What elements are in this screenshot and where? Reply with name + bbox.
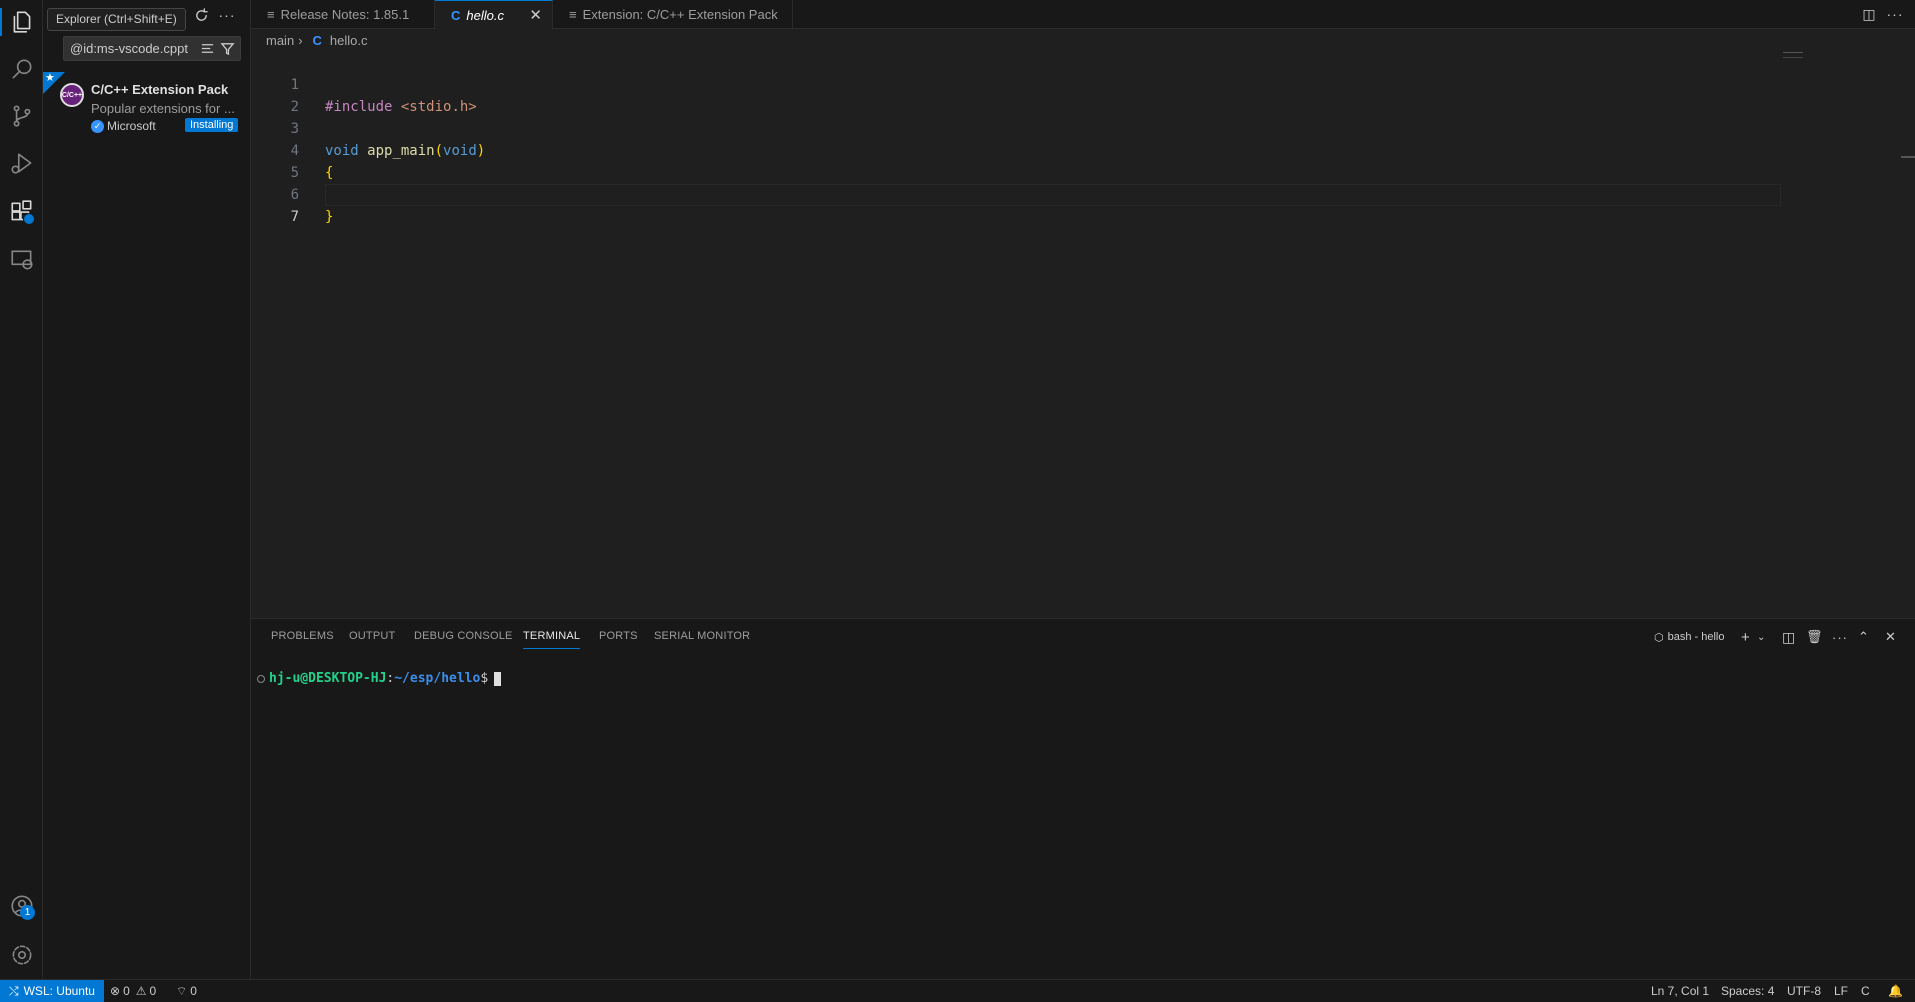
prompt-path: ~/esp/hello: [394, 671, 481, 686]
tab-release-notes[interactable]: ≡ Release Notes: 1.85.1: [251, 0, 435, 29]
minimap[interactable]: [1783, 52, 1803, 58]
notifications-bell-icon[interactable]: 🔔: [1888, 980, 1903, 1002]
code-line[interactable]: 2: [251, 74, 1781, 115]
document-icon: ≡: [267, 7, 275, 22]
explorer-icon[interactable]: [0, 0, 43, 44]
chevron-down-icon[interactable]: ⌄: [1757, 627, 1765, 647]
split-terminal-icon[interactable]: ◫: [1782, 627, 1795, 647]
extension-publisher: ✓ Microsoft: [91, 119, 156, 133]
maximize-panel-icon[interactable]: ⌃: [1858, 627, 1869, 647]
end-of-line[interactable]: LF: [1834, 980, 1848, 1002]
error-icon: ⊗: [110, 984, 121, 998]
clear-filter-icon[interactable]: [200, 41, 215, 56]
indentation[interactable]: Spaces: 4: [1721, 980, 1774, 1002]
ports-status[interactable]: ⌔ 0: [176, 980, 197, 1002]
editor-more-actions-icon[interactable]: ···: [1885, 4, 1905, 24]
remote-indicator[interactable]: ⤭ WSL: Ubuntu: [0, 980, 104, 1002]
code-line[interactable]: 3 void app_main(void): [251, 96, 1781, 159]
document-icon: ≡: [569, 7, 577, 22]
code-line[interactable]: 4 {: [251, 118, 1781, 181]
panel-more-actions-icon[interactable]: ···: [1832, 627, 1848, 647]
trash-icon[interactable]: 🗑: [1806, 627, 1823, 647]
command-decoration-icon: [257, 674, 265, 683]
more-actions-icon[interactable]: ···: [218, 6, 236, 24]
extensions-sidebar: ··· @id:ms-vscode.cppt ★ C/C++ C/C++ Ext…: [43, 0, 251, 979]
remote-icon: ⤭: [9, 983, 19, 998]
new-terminal-icon[interactable]: +: [1741, 627, 1750, 647]
tab-ports[interactable]: PORTS: [599, 630, 638, 648]
warning-icon: ⚠: [135, 984, 147, 998]
breadcrumb: main › C hello.c: [266, 33, 368, 48]
code-line[interactable]: 7: [251, 184, 1781, 225]
terminal-shell-icon: ⬡: [1654, 631, 1664, 644]
settings-gear-icon[interactable]: [0, 933, 43, 977]
extensions-icon[interactable]: [0, 190, 43, 234]
activity-bar: 1: [0, 0, 43, 979]
editor-tab-bar: ≡ Release Notes: 1.85.1 C hello.c ✕ ≡ Ex…: [251, 0, 1915, 29]
extension-list-item[interactable]: ★ C/C++ C/C++ Extension Pack Popular ext…: [43, 72, 250, 138]
tab-problems[interactable]: PROBLEMS: [271, 630, 334, 648]
breadcrumb-file[interactable]: hello.c: [330, 33, 368, 48]
remote-explorer-icon[interactable]: [0, 238, 43, 282]
extension-description: Popular extensions for ...: [91, 101, 235, 116]
close-tab-icon[interactable]: ✕: [529, 6, 542, 24]
terminal-selector[interactable]: ⬡ bash - hello: [1654, 627, 1724, 647]
broadcast-icon: ⌔: [176, 983, 188, 998]
problems-status[interactable]: ⊗ 0 ⚠ 0: [110, 980, 156, 1002]
tab-extension-cpp-pack[interactable]: ≡ Extension: C/C++ Extension Pack: [553, 0, 793, 29]
accounts-badge: 1: [20, 905, 35, 920]
explorer-tooltip: Explorer (Ctrl+Shift+E): [47, 8, 186, 31]
clock-badge-icon: [23, 213, 35, 225]
bottom-panel: PROBLEMS OUTPUT DEBUG CONSOLE TERMINAL P…: [251, 618, 1915, 979]
run-debug-icon[interactable]: [0, 141, 43, 185]
verified-publisher-icon: ✓: [91, 119, 104, 133]
status-bar: ⤭ WSL: Ubuntu ⊗ 0 ⚠ 0 ⌔ 0 Ln 7, Col 1 Space…: [0, 979, 1915, 1002]
tab-hello-c[interactable]: C hello.c ✕: [435, 0, 553, 29]
code-line[interactable]: 6 }: [251, 162, 1781, 225]
chevron-right-icon: ›: [298, 33, 303, 48]
close-panel-icon[interactable]: ✕: [1885, 627, 1896, 647]
tab-debug-console[interactable]: DEBUG CONSOLE: [414, 630, 513, 648]
prompt-user-host: hj-u@DESKTOP-HJ: [269, 671, 387, 686]
terminal-cursor: [494, 671, 502, 686]
breadcrumb-folder[interactable]: main: [266, 33, 294, 48]
extension-name: C/C++ Extension Pack: [91, 82, 229, 97]
extension-logo: C/C++: [60, 83, 84, 107]
cursor-position[interactable]: Ln 7, Col 1: [1651, 980, 1709, 1002]
code-editor[interactable]: 1 #include <stdio.h> 2 3 void app_main(v…: [251, 52, 1915, 617]
installing-badge: Installing: [185, 118, 239, 132]
tab-serial-monitor[interactable]: SERIAL MONITOR: [654, 630, 750, 648]
code-line[interactable]: 5: [251, 140, 1781, 181]
accounts-icon[interactable]: 1: [0, 884, 43, 928]
filter-icon[interactable]: [220, 41, 235, 56]
refresh-icon[interactable]: [192, 6, 210, 24]
c-file-icon: C: [312, 33, 322, 48]
tab-terminal[interactable]: TERMINAL: [523, 630, 581, 649]
c-file-icon: C: [451, 7, 461, 23]
overview-ruler-cursor: [1901, 156, 1915, 158]
split-editor-icon[interactable]: ◫: [1859, 4, 1879, 24]
tab-output[interactable]: OUTPUT: [349, 630, 395, 648]
search-icon[interactable]: [0, 47, 43, 91]
terminal-output[interactable]: hj-u@DESKTOP-HJ:~/esp/hello$: [257, 671, 502, 686]
source-control-icon[interactable]: [0, 94, 43, 138]
encoding[interactable]: UTF-8: [1787, 980, 1821, 1002]
code-line[interactable]: 1 #include <stdio.h>: [251, 52, 1781, 115]
language-mode[interactable]: C: [1861, 980, 1870, 1002]
extensions-search-input[interactable]: @id:ms-vscode.cppt: [63, 36, 241, 61]
